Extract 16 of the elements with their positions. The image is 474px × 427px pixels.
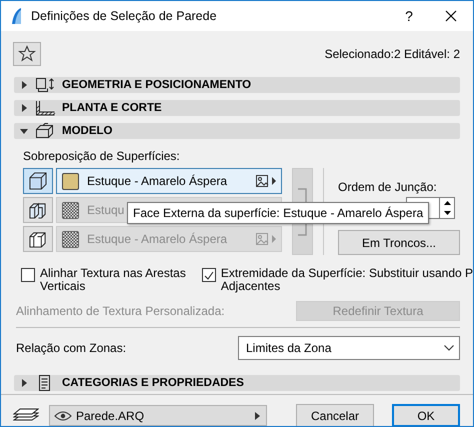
surface-name: Estuqu [87,203,124,217]
surfaces-label: Sobreposição de Superfícies: [23,149,181,163]
custom-alignment-label: Alinhamento de Textura Personalizada: [16,304,225,318]
section-title: MODELO [62,125,112,137]
zones-label: Relação com Zonas: [16,341,126,355]
section-title: CATEGORIAS E PROPRIEDADES [62,377,244,389]
section-title: GEOMETRIA E POSICIONAMENTO [62,79,252,91]
section-title: PLANTA E CORTE [62,102,162,114]
window-title: Definições de Seleção de Parede [31,9,218,23]
tooltip: Face Externa da superfície: Estuque - Amarelo Áspera [127,202,430,224]
checkbox-label: Extremidade da Superfície: Substituir usando P Adjacentes [220,267,473,293]
surface-name: Estuque - Amarelo Áspera [87,232,228,246]
surface-name: Estuque - Amarelo Áspera [87,174,228,188]
checkbox-label: Alinhar Textura nas Arestas Verticais [40,267,186,293]
selection-info: Selecionado:2 Editável: 2 [324,47,460,61]
join-order-label: Ordem de Junção: [338,180,438,194]
